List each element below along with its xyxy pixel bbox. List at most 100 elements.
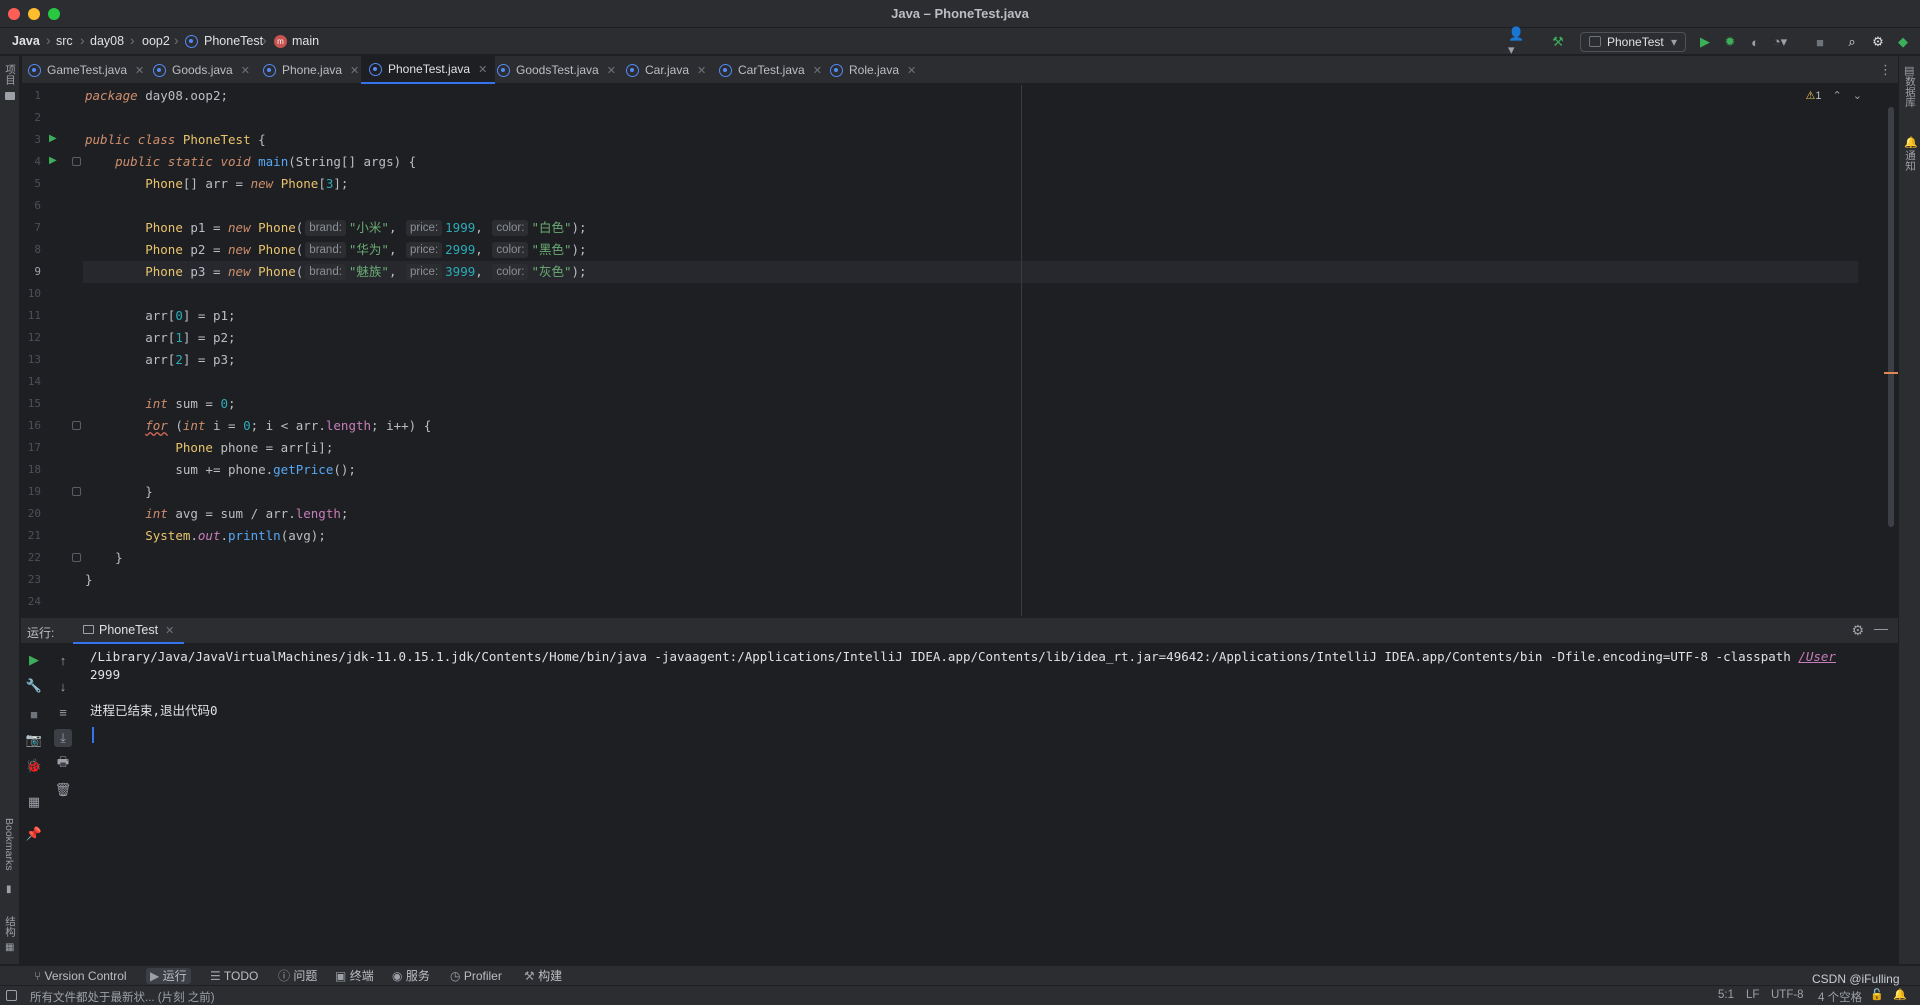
tab-goods[interactable]: Goods.java ✕ xyxy=(153,56,250,84)
warning-stripe-marker[interactable] xyxy=(1884,372,1898,374)
code-line: arr[2] = p3; xyxy=(85,349,235,371)
camera-icon[interactable]: 📷 xyxy=(25,731,43,749)
fold-marker[interactable] xyxy=(72,157,81,166)
code-line: public static void main(String[] args) { xyxy=(85,151,416,173)
database-tool-label[interactable]: 数据库 xyxy=(1903,76,1918,108)
project-tool-label[interactable]: 项目 xyxy=(3,64,18,85)
run-class-gutter-icon[interactable]: ▶ xyxy=(49,133,57,144)
line-number: 17 xyxy=(27,441,41,454)
run-config-select[interactable]: PhoneTest ▾ xyxy=(1580,32,1686,52)
tab-role[interactable]: Role.java ✕ xyxy=(830,56,916,84)
run-icon[interactable]: ▶ xyxy=(1695,32,1715,52)
user-icon[interactable]: 👤▾ xyxy=(1508,26,1528,57)
tab-car[interactable]: Car.java ✕ xyxy=(626,56,706,84)
code-text: i = xyxy=(205,418,244,433)
chevron-up-icon[interactable]: ⌃ xyxy=(1833,90,1842,102)
class-icon xyxy=(830,63,843,77)
close-icon[interactable]: ✕ xyxy=(907,64,916,77)
version-control-tool[interactable]: ⑂ Version Control xyxy=(30,968,131,984)
stop-icon[interactable]: ■ xyxy=(1810,32,1830,52)
close-icon[interactable]: ✕ xyxy=(241,64,250,77)
scroll-to-end-icon[interactable]: ⤓ xyxy=(54,729,72,747)
fold-marker[interactable] xyxy=(72,487,81,496)
layout-icon[interactable]: ▦ xyxy=(25,793,43,811)
breadcrumb-method[interactable]: main xyxy=(292,34,319,48)
breadcrumb-project[interactable]: Java xyxy=(12,34,40,48)
soft-wrap-icon[interactable]: ≡ xyxy=(54,703,72,721)
stop-icon[interactable]: ■ xyxy=(25,705,43,723)
gear-icon[interactable]: ⚙ xyxy=(1868,32,1888,52)
trash-icon[interactable]: 🗑 xyxy=(54,781,72,799)
pin-icon[interactable]: 📌 xyxy=(25,825,43,843)
debug-icon[interactable]: ✹ xyxy=(1720,32,1740,52)
code-editor[interactable]: 1 2 3 4 5 6 7 8 9 10 11 12 13 14 15 16 1… xyxy=(21,85,1898,616)
close-icon[interactable]: ✕ xyxy=(350,64,359,77)
editor-tab-bar: GameTest.java ✕ Goods.java ✕ Phone.java ✕ P… xyxy=(22,56,1898,84)
problems-tool[interactable]: ⓘ 问题 xyxy=(274,968,321,984)
classpath-link[interactable]: /User xyxy=(1798,649,1836,664)
services-tool[interactable]: ◉ 服务 xyxy=(388,968,434,984)
more-tabs-icon[interactable]: ⋮ xyxy=(1879,62,1892,78)
bookmarks-tool-label[interactable]: Bookmarks xyxy=(3,818,15,871)
notifications-tool-label[interactable]: 通知 xyxy=(1903,150,1918,171)
terminal-tool[interactable]: ▣ 终端 xyxy=(331,968,378,984)
tab-cartest[interactable]: CarTest.java ✕ xyxy=(719,56,822,84)
folder-icon[interactable] xyxy=(5,92,15,100)
code-line: int sum = 0; xyxy=(85,393,235,415)
gear-icon[interactable]: ⚙ xyxy=(1851,622,1864,639)
profile-icon[interactable]: ◔▾ xyxy=(1770,32,1790,52)
chevron-down-icon[interactable]: ⌄ xyxy=(1853,90,1862,102)
tab-gametest[interactable]: GameTest.java ✕ xyxy=(28,56,144,84)
close-icon[interactable]: ✕ xyxy=(813,64,822,77)
run-tab[interactable]: PhoneTest ✕ xyxy=(73,618,185,644)
build-hammer-icon[interactable]: ⚒ xyxy=(1548,32,1568,52)
close-icon[interactable]: ✕ xyxy=(478,63,487,76)
breadcrumb-day08[interactable]: day08 xyxy=(90,34,124,48)
structure-tool-label[interactable]: 结构 xyxy=(3,916,18,937)
profiler-tool[interactable]: ◷ Profiler xyxy=(446,968,506,984)
close-icon[interactable]: ✕ xyxy=(165,625,174,637)
close-icon[interactable]: ✕ xyxy=(607,64,616,77)
status-toggle-icon[interactable] xyxy=(6,990,17,1001)
run-tool[interactable]: ▶ 运行 xyxy=(146,968,191,984)
tab-phonetest[interactable]: PhoneTest.java ✕ xyxy=(361,56,496,84)
minimize-panel-icon[interactable]: — xyxy=(1874,620,1888,636)
bookmark-icon[interactable]: ▮ xyxy=(6,884,12,895)
line-separator[interactable]: LF xyxy=(1746,989,1759,1001)
breadcrumb-oop2[interactable]: oop2 xyxy=(142,34,170,48)
breadcrumb-class[interactable]: PhoneTest xyxy=(204,34,263,48)
print-icon[interactable]: 🖶 xyxy=(54,754,72,773)
file-encoding[interactable]: UTF-8 xyxy=(1771,989,1804,1001)
wrench-icon[interactable]: 🔧 xyxy=(25,677,43,695)
structure-icon[interactable]: ▦ xyxy=(5,942,14,953)
breadcrumb-src[interactable]: src xyxy=(56,34,73,48)
tab-goodstest[interactable]: GoodsTest.java ✕ xyxy=(497,56,616,84)
close-icon[interactable]: ✕ xyxy=(697,64,706,77)
arrow-down-icon[interactable]: ↓ xyxy=(54,677,72,695)
inspection-widget[interactable]: ⚠1 ⌃ ⌄ xyxy=(1805,89,1862,102)
bug-icon[interactable]: 🐞 xyxy=(25,757,43,775)
run-main-gutter-icon[interactable]: ▶ xyxy=(49,155,57,166)
code-area[interactable]: package day08.oop2; public class PhoneTe… xyxy=(85,85,1898,616)
todo-tool[interactable]: ☰ TODO xyxy=(206,968,262,984)
close-icon[interactable]: ✕ xyxy=(135,64,144,77)
search-icon[interactable]: ⌕ xyxy=(1842,32,1862,52)
coverage-icon[interactable]: ◐ xyxy=(1745,32,1765,52)
console-output[interactable]: /Library/Java/JavaVirtualMachines/jdk-11… xyxy=(90,645,1898,965)
fold-marker[interactable] xyxy=(72,553,81,562)
jetbrains-logo-icon[interactable]: ◆ xyxy=(1893,32,1913,52)
status-message[interactable]: 所有文件都处于最新状... (片刻 之前) xyxy=(30,989,215,1005)
rerun-icon[interactable]: ▶ xyxy=(25,651,43,669)
class-icon xyxy=(719,63,732,77)
arrow-up-icon[interactable]: ↑ xyxy=(54,651,72,669)
code-keyword: void xyxy=(220,154,251,169)
tab-phone[interactable]: Phone.java ✕ xyxy=(263,56,359,84)
notification-icon[interactable]: 🔔 xyxy=(1904,136,1918,149)
indent-setting[interactable]: 4 个空格 xyxy=(1818,989,1862,1005)
notifications-icon[interactable]: 🔔 xyxy=(1893,988,1907,1001)
caret-position[interactable]: 5:1 xyxy=(1718,989,1734,1001)
fold-marker[interactable] xyxy=(72,421,81,430)
lock-icon[interactable]: 🔓 xyxy=(1870,988,1884,1001)
build-tool[interactable]: ⚒ 构建 xyxy=(520,968,566,984)
editor-scrollbar[interactable] xyxy=(1888,107,1894,527)
